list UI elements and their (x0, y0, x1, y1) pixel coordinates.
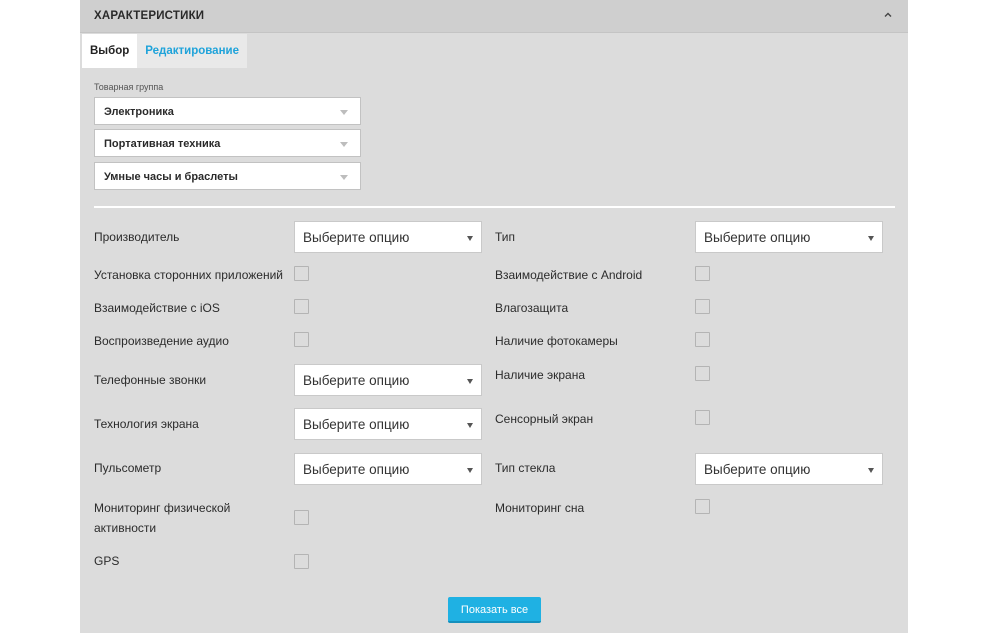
android-label: Взаимодействие с Android (495, 268, 643, 282)
activity-monitoring-checkbox[interactable] (294, 510, 309, 525)
camera-checkbox[interactable] (695, 332, 710, 347)
water-protection-label: Влагозащита (495, 301, 569, 315)
select-value: Электроника (104, 106, 174, 118)
screen-tech-select[interactable]: Выберите опцию (294, 408, 482, 440)
heart-rate-label: Пульсометр (94, 461, 162, 475)
ios-label: Взаимодействие с iOS (94, 301, 220, 315)
activity-monitoring-label-line1: Мониторинг физической (94, 501, 231, 515)
caret-down-icon (868, 236, 874, 241)
caret-down-icon (340, 110, 348, 115)
manufacturer-label: Производитель (94, 230, 180, 244)
caret-down-icon (467, 468, 473, 473)
heart-rate-select[interactable]: Выберите опцию (294, 453, 482, 485)
caret-down-icon (467, 236, 473, 241)
tab-edit[interactable]: Редактирование (137, 34, 247, 68)
tab-bar: Выбор Редактирование (82, 34, 247, 68)
activity-monitoring-label-line2: активности (94, 521, 157, 535)
chevron-up-icon[interactable] (882, 9, 894, 21)
caret-down-icon (467, 423, 473, 428)
touchscreen-label: Сенсорный экран (495, 412, 594, 426)
select-value: Выберите опцию (704, 230, 811, 245)
third-party-apps-label: Установка сторонних приложений (94, 268, 284, 282)
divider (94, 206, 895, 208)
audio-playback-checkbox[interactable] (294, 332, 309, 347)
select-value: Умные часы и браслеты (104, 171, 238, 183)
tab-select[interactable]: Выбор (82, 34, 138, 68)
ios-checkbox[interactable] (294, 299, 309, 314)
glass-type-label: Тип стекла (495, 461, 556, 475)
select-value: Выберите опцию (704, 462, 811, 477)
glass-type-select[interactable]: Выберите опцию (695, 453, 883, 485)
select-value: Выберите опцию (303, 417, 410, 432)
sleep-monitoring-checkbox[interactable] (695, 499, 710, 514)
third-party-apps-checkbox[interactable] (294, 266, 309, 281)
select-value: Портативная техника (104, 138, 221, 150)
product-group-level-1-select[interactable]: Электроника (94, 97, 361, 125)
gps-checkbox[interactable] (294, 554, 309, 569)
caret-down-icon (467, 379, 473, 384)
type-select[interactable]: Выберите опцию (695, 221, 883, 253)
caret-down-icon (868, 468, 874, 473)
screen-tech-label: Технология экрана (94, 417, 199, 431)
characteristics-panel: ХАРАКТЕРИСТИКИ Выбор Редактирование Това… (80, 0, 908, 633)
audio-playback-label: Воспроизведение аудио (94, 334, 229, 348)
panel-header[interactable]: ХАРАКТЕРИСТИКИ (80, 0, 908, 33)
android-checkbox[interactable] (695, 266, 710, 281)
product-group-level-2-select[interactable]: Портативная техника (94, 129, 361, 157)
camera-label: Наличие фотокамеры (495, 334, 618, 348)
sleep-monitoring-label: Мониторинг сна (495, 501, 585, 515)
caret-down-icon (340, 175, 348, 180)
screen-label: Наличие экрана (495, 368, 586, 382)
phone-calls-select[interactable]: Выберите опцию (294, 364, 482, 396)
gps-label: GPS (94, 554, 120, 568)
select-value: Выберите опцию (303, 230, 410, 245)
phone-calls-label: Телефонные звонки (94, 373, 207, 387)
select-value: Выберите опцию (303, 373, 410, 388)
screen-checkbox[interactable] (695, 366, 710, 381)
product-group-label: Товарная группа (94, 82, 164, 92)
manufacturer-select[interactable]: Выберите опцию (294, 221, 482, 253)
water-protection-checkbox[interactable] (695, 299, 710, 314)
panel-title: ХАРАКТЕРИСТИКИ (94, 10, 205, 22)
select-value: Выберите опцию (303, 462, 410, 477)
touchscreen-checkbox[interactable] (695, 410, 710, 425)
product-group-level-3-select[interactable]: Умные часы и браслеты (94, 162, 361, 190)
type-label: Тип (495, 230, 516, 244)
show-all-button[interactable]: Показать все (448, 597, 541, 623)
caret-down-icon (340, 142, 348, 147)
